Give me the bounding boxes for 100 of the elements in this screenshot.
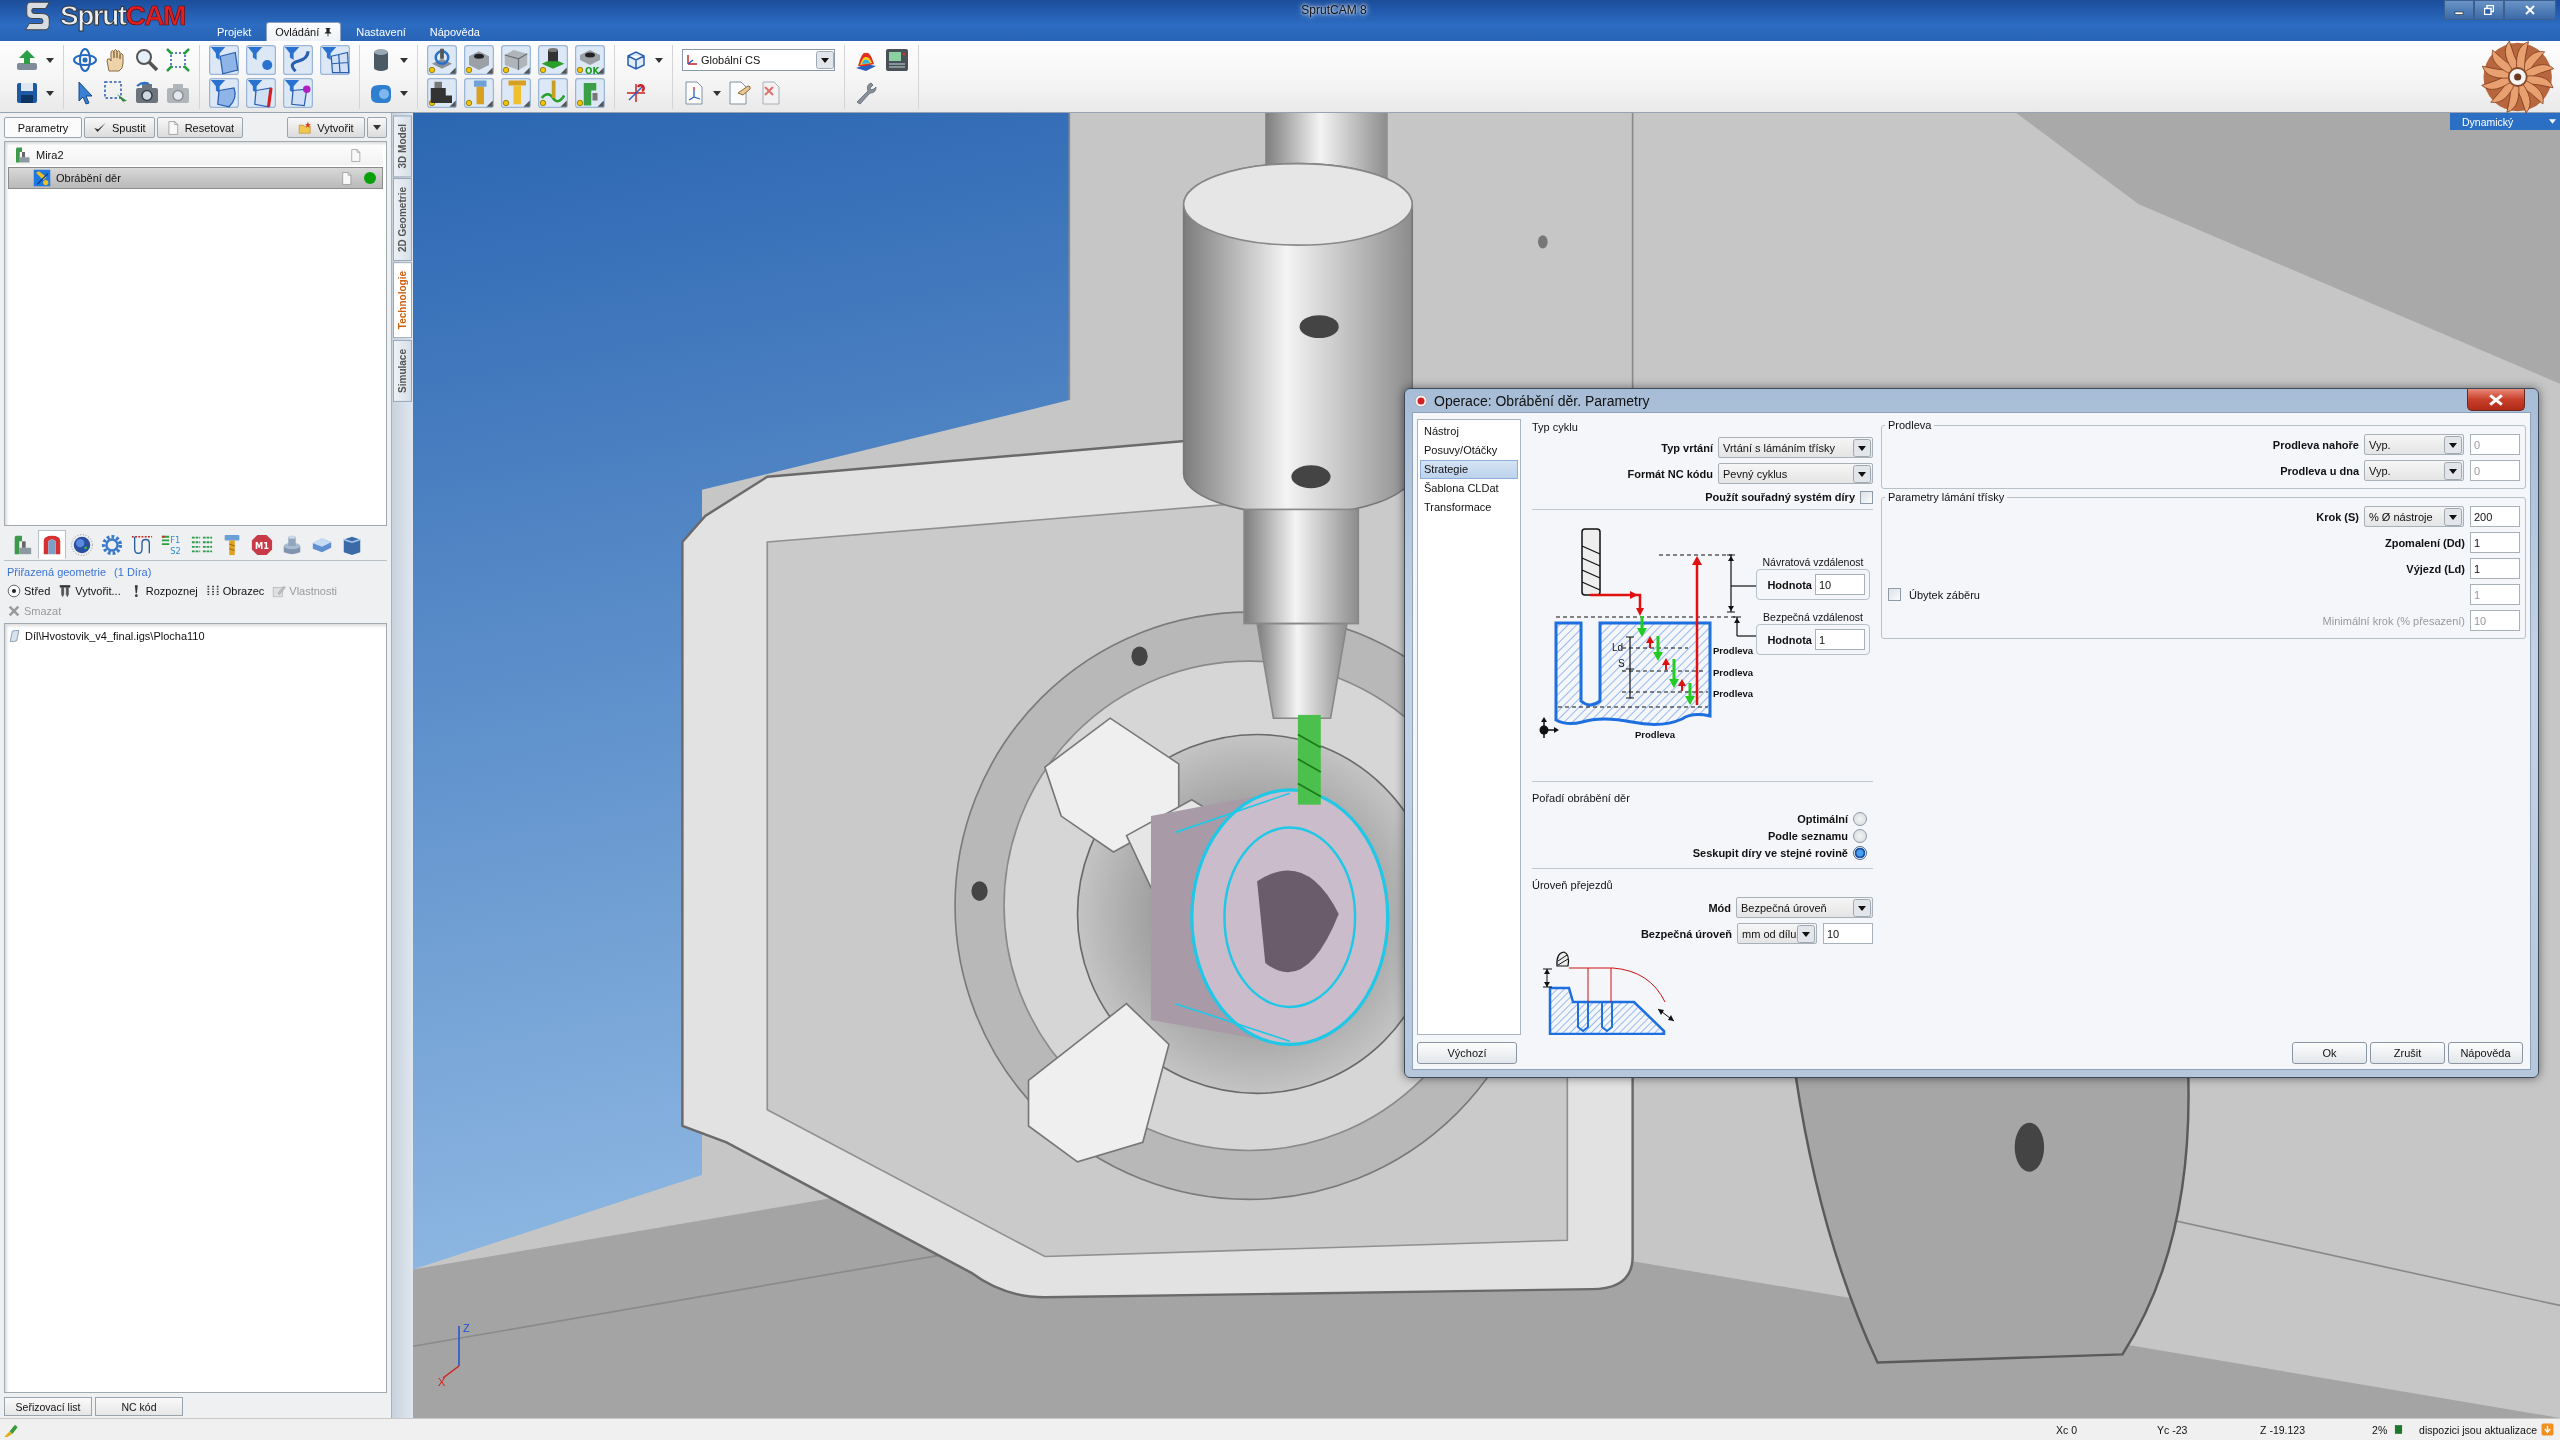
side-tab[interactable]: 2D Geometrie <box>393 178 412 262</box>
dropdown-field[interactable]: Vrtání s lámáním třísky <box>1718 437 1873 458</box>
face-filter-icon[interactable] <box>209 45 239 75</box>
orbit-icon[interactable] <box>73 48 97 72</box>
wire-cube-icon[interactable] <box>624 48 648 72</box>
restore-button[interactable] <box>2474 0 2504 20</box>
vise-icon[interactable] <box>427 78 457 108</box>
tree-item-label[interactable]: Obrábění děr <box>56 172 335 184</box>
bottom-tab[interactable]: Seřizovací list <box>4 1397 92 1416</box>
dropdown-field[interactable]: mm od dílu <box>1737 923 1817 944</box>
box-select-icon[interactable] <box>104 81 128 105</box>
axes-icon[interactable] <box>624 81 648 105</box>
dropdown-field[interactable]: Bezpečná úroveň <box>1736 897 1873 918</box>
geometry-item[interactable]: Díl\Hvostovik_v4_final.igs\Plocha110 <box>25 630 205 642</box>
face-filter-icon[interactable] <box>209 78 239 108</box>
caret-icon[interactable] <box>373 125 381 130</box>
point-filter-icon[interactable] <box>246 45 276 75</box>
bottom-tab[interactable]: NC kód <box>95 1397 183 1416</box>
checkbox[interactable] <box>1860 490 1873 504</box>
dropdown-field[interactable]: Pevný cyklus <box>1718 463 1873 484</box>
create-button[interactable]: Vytvořit <box>287 117 365 138</box>
pin-icon[interactable] <box>324 27 333 37</box>
caret-icon[interactable] <box>400 57 408 63</box>
document-delete-icon[interactable] <box>759 81 783 105</box>
side-tab[interactable]: Simulace <box>393 339 412 402</box>
dropdown-field[interactable]: % Ø nástroje <box>2364 506 2464 527</box>
section-item[interactable]: Transformace <box>1420 498 1518 517</box>
section-item[interactable]: Šablona CLDat <box>1420 479 1518 498</box>
mesh-filter-icon[interactable] <box>320 45 350 75</box>
dialog-button[interactable]: Ok <box>2292 1042 2367 1064</box>
value-field[interactable]: 1 <box>1815 629 1865 650</box>
dropdown-button[interactable] <box>367 117 387 138</box>
caret-icon[interactable] <box>46 90 54 96</box>
menu-tab[interactable]: Projekt <box>208 22 261 41</box>
zoom-icon[interactable] <box>135 48 159 72</box>
create-button[interactable]: Vytvořit... <box>58 582 121 600</box>
drill-bits-icon[interactable] <box>58 584 73 598</box>
view-mode-dropdown[interactable]: Dynamický <box>2450 113 2560 130</box>
section-item[interactable]: Strategie <box>1420 460 1518 479</box>
coordinate-system-dropdown[interactable]: Globální CS <box>682 49 835 71</box>
tree-row[interactable]: Mira2 <box>8 144 383 166</box>
tree-item-label[interactable]: Mira2 <box>36 149 344 161</box>
close-button[interactable] <box>2467 389 2525 411</box>
caret-icon[interactable] <box>655 57 663 63</box>
document-axes-icon[interactable] <box>682 81 706 105</box>
cylinder-base-icon[interactable] <box>538 45 568 75</box>
recognize-button[interactable]: Rozpoznej <box>128 582 198 600</box>
section-item[interactable]: Posuvy/Otáčky <box>1420 441 1518 460</box>
tree-row[interactable]: Obrábění děr <box>8 167 383 189</box>
menu-tab[interactable]: Nápověda <box>420 22 489 41</box>
mill-tool-icon[interactable] <box>501 78 531 108</box>
control-panel-icon[interactable] <box>885 48 909 72</box>
menu-tab[interactable]: Ovládání <box>266 22 342 41</box>
dot-pattern-icon[interactable] <box>205 584 220 598</box>
section-item[interactable]: Nástroj <box>1420 422 1518 441</box>
close-icon[interactable] <box>2489 393 2503 406</box>
value-field[interactable]: 1 <box>2470 532 2520 553</box>
restore-icon[interactable] <box>2484 5 2494 15</box>
curve-filter-icon[interactable] <box>283 45 313 75</box>
center-button[interactable]: Střed <box>7 582 51 600</box>
value-field[interactable]: 200 <box>2470 506 2520 527</box>
side-tab[interactable]: Technologie <box>393 262 412 339</box>
caret-icon[interactable] <box>46 57 54 63</box>
reset-button[interactable]: Resetovat <box>156 117 244 138</box>
caret-icon[interactable] <box>713 90 721 96</box>
center-point-icon[interactable] <box>7 584 21 598</box>
radio-button[interactable] <box>1853 828 1867 843</box>
camera-icon[interactable] <box>135 81 159 105</box>
value-field[interactable]: 10 <box>1815 574 1865 595</box>
save-icon[interactable] <box>15 81 39 105</box>
edge-filter-icon[interactable] <box>246 78 276 108</box>
caret-icon[interactable] <box>400 90 408 96</box>
part-setup-icon[interactable] <box>427 45 457 75</box>
zoom-fit-icon[interactable] <box>166 48 190 72</box>
dialog-button[interactable]: Nápověda <box>2448 1042 2523 1064</box>
document-hand-icon[interactable] <box>728 81 752 105</box>
close-button[interactable] <box>2504 0 2556 20</box>
wrench-icon[interactable] <box>854 81 878 105</box>
block-icon[interactable] <box>501 45 531 75</box>
block-hole-icon[interactable] <box>464 45 494 75</box>
value-field[interactable]: 1 <box>2470 558 2520 579</box>
pattern-button[interactable]: Obrazec <box>205 582 265 600</box>
folder-star-icon[interactable] <box>298 120 313 135</box>
run-button[interactable]: Spustit <box>84 117 155 138</box>
side-tab[interactable]: 3D Model <box>393 115 412 178</box>
parameters-button[interactable]: Parametry <box>4 117 82 138</box>
mill-tool-icon[interactable] <box>464 78 494 108</box>
menu-tab[interactable]: Nastavení <box>347 22 415 41</box>
vertex-filter-icon[interactable] <box>283 78 313 108</box>
radio-button[interactable] <box>1853 845 1867 860</box>
machine-icon[interactable] <box>575 78 605 108</box>
minimize-button[interactable] <box>2444 0 2474 20</box>
radio-button[interactable] <box>1853 811 1867 826</box>
import-icon[interactable] <box>15 48 39 72</box>
icon-label: S2 <box>170 545 181 556</box>
default-button[interactable]: Výchozí <box>1417 1042 1517 1064</box>
toolpath-icon[interactable] <box>538 78 568 108</box>
dialog-button[interactable]: Zrušit <box>2370 1042 2445 1064</box>
close-icon[interactable] <box>2525 5 2535 15</box>
value-field[interactable]: 10 <box>1823 923 1873 944</box>
